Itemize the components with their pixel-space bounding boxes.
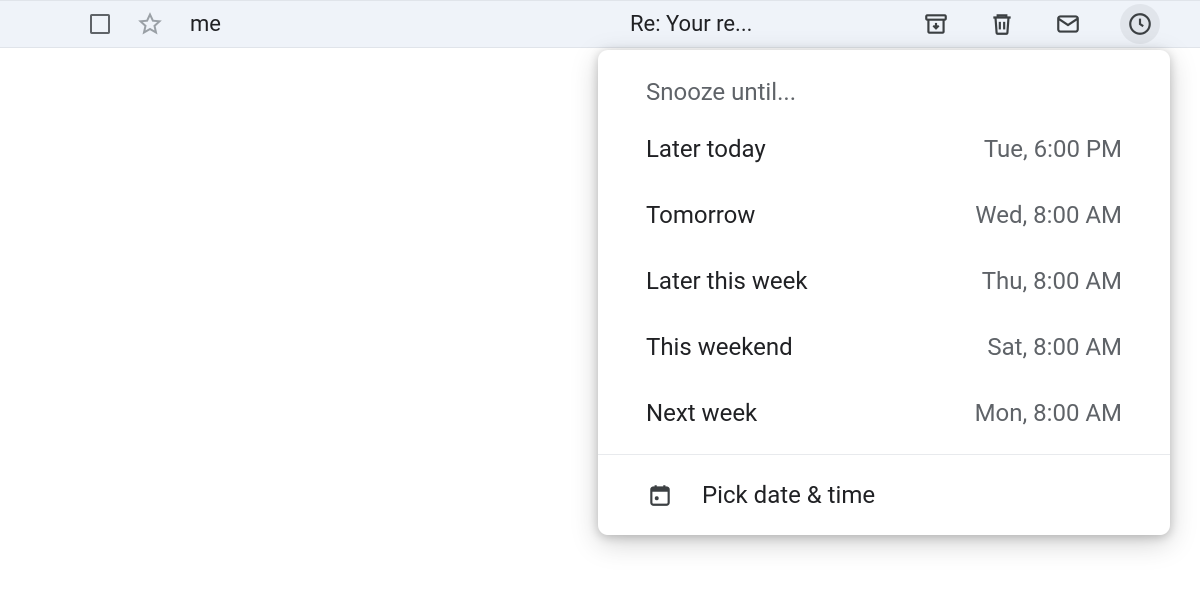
snooze-menu: Snooze until... Later today Tue, 6:00 PM… bbox=[598, 50, 1170, 535]
snooze-option-time: Thu, 8:00 AM bbox=[982, 267, 1122, 295]
snooze-pick-date-time[interactable]: Pick date & time bbox=[598, 455, 1170, 535]
snooze-option-later-this-week[interactable]: Later this week Thu, 8:00 AM bbox=[598, 248, 1170, 314]
snooze-option-label: Later this week bbox=[646, 267, 808, 295]
snooze-option-this-weekend[interactable]: This weekend Sat, 8:00 AM bbox=[598, 314, 1170, 380]
snooze-option-label: Tomorrow bbox=[646, 201, 755, 229]
calendar-icon bbox=[646, 481, 674, 509]
star-icon[interactable] bbox=[138, 12, 162, 36]
snooze-option-time: Wed, 8:00 AM bbox=[975, 201, 1122, 229]
sender-name: me bbox=[190, 12, 221, 37]
snooze-menu-title: Snooze until... bbox=[598, 78, 1170, 116]
snooze-icon[interactable] bbox=[1120, 4, 1160, 44]
snooze-option-label: Next week bbox=[646, 399, 757, 427]
archive-icon[interactable] bbox=[922, 10, 950, 38]
snooze-option-time: Sat, 8:00 AM bbox=[987, 333, 1122, 361]
row-hover-actions bbox=[922, 4, 1160, 44]
snooze-option-label: This weekend bbox=[646, 333, 793, 361]
snooze-option-time: Mon, 8:00 AM bbox=[975, 399, 1122, 427]
snooze-option-tomorrow[interactable]: Tomorrow Wed, 8:00 AM bbox=[598, 182, 1170, 248]
email-subject: Re: Your re... bbox=[630, 12, 752, 37]
snooze-option-label: Later today bbox=[646, 135, 766, 163]
select-checkbox[interactable] bbox=[90, 14, 110, 34]
snooze-option-time: Tue, 6:00 PM bbox=[984, 135, 1122, 163]
snooze-option-later-today[interactable]: Later today Tue, 6:00 PM bbox=[598, 116, 1170, 182]
email-row[interactable]: me Re: Your re... bbox=[0, 0, 1200, 48]
delete-icon[interactable] bbox=[988, 10, 1016, 38]
snooze-pick-label: Pick date & time bbox=[702, 481, 875, 509]
snooze-option-next-week[interactable]: Next week Mon, 8:00 AM bbox=[598, 380, 1170, 446]
mark-unread-icon[interactable] bbox=[1054, 10, 1082, 38]
